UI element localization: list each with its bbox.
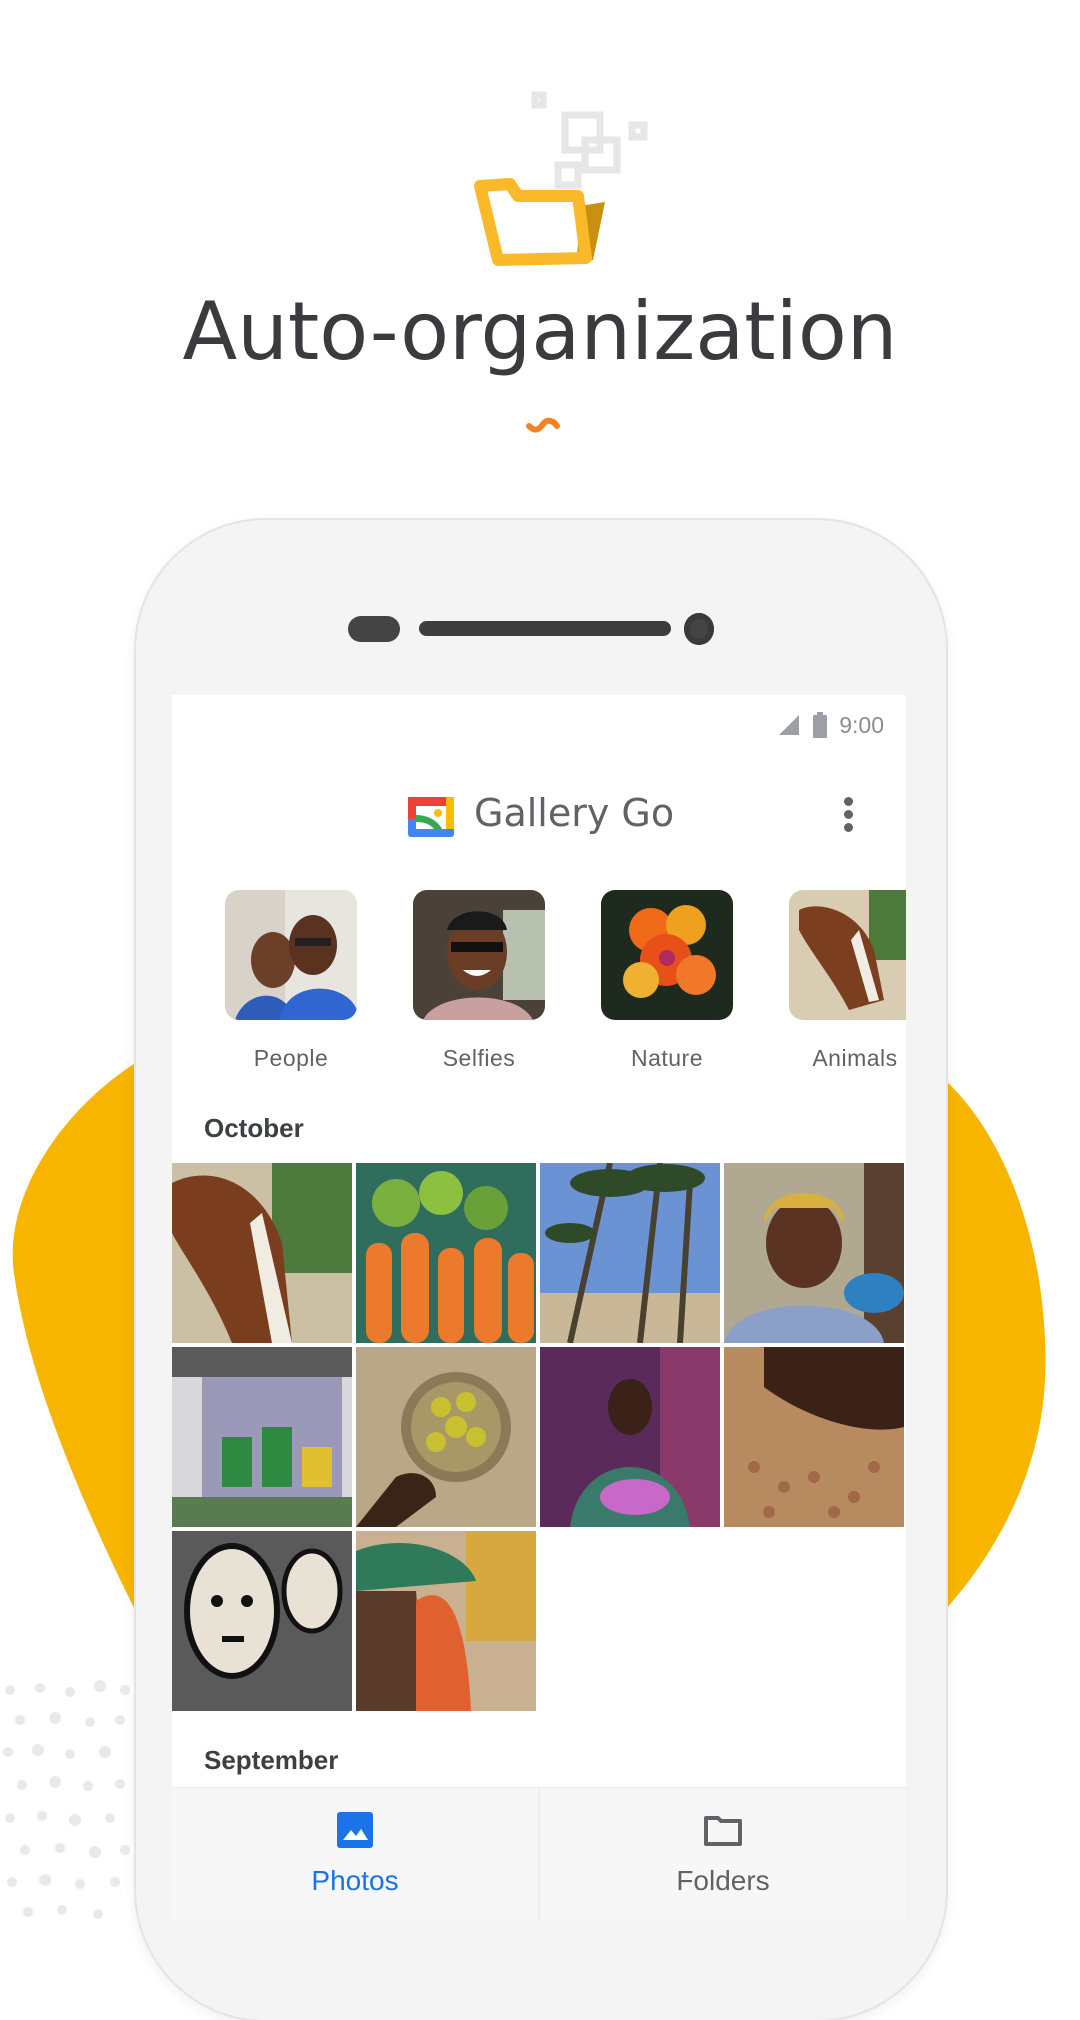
status-time: 9:00 — [839, 711, 884, 738]
section-title-september: September — [204, 1745, 339, 1775]
photo-tile[interactable] — [172, 1347, 352, 1527]
app-bar: Gallery Go — [172, 765, 906, 865]
photo-tile[interactable] — [724, 1347, 904, 1527]
photo-tile[interactable] — [356, 1531, 536, 1711]
category-thumb-nature — [601, 890, 733, 1020]
photo-icon — [337, 1812, 373, 1848]
section-title-october: October — [204, 1113, 304, 1143]
app-title: Gallery Go — [474, 791, 675, 835]
phone-camera — [684, 613, 714, 645]
nav-label-folders: Folders — [676, 1865, 770, 1896]
folder-with-photos-icon — [474, 91, 648, 266]
signal-icon — [779, 715, 800, 735]
category-label: Nature — [630, 1045, 704, 1071]
category-people[interactable]: People — [224, 890, 358, 1072]
gallery-go-logo-icon — [408, 797, 454, 837]
category-animals[interactable]: Animals — [788, 890, 906, 1072]
dots-pattern — [3, 1680, 130, 1919]
squiggle-decoration — [526, 417, 560, 433]
category-thumb-selfies — [413, 890, 545, 1020]
category-thumb-animals — [789, 890, 906, 1020]
photo-tile[interactable] — [540, 1347, 720, 1527]
nav-tab-photos[interactable]: Photos — [172, 1788, 538, 1920]
app-screen: 9:00 Gallery Go People Selfies Nature An… — [172, 695, 906, 1920]
nav-tab-folders[interactable]: Folders — [540, 1788, 906, 1920]
category-nature[interactable]: Nature — [600, 890, 734, 1072]
folder-icon — [704, 1816, 742, 1846]
bottom-navigation: Photos Folders — [172, 1787, 906, 1920]
category-selfies[interactable]: Selfies — [412, 890, 546, 1072]
photo-tile[interactable] — [540, 1163, 720, 1343]
more-vert-icon[interactable] — [838, 793, 858, 843]
headline: Auto-organization — [182, 285, 898, 378]
category-carousel: People Selfies Nature Animals — [172, 890, 906, 1072]
battery-icon — [813, 712, 828, 738]
photo-tile[interactable] — [172, 1531, 352, 1711]
phone-sensor — [348, 616, 400, 642]
photo-tile[interactable] — [356, 1163, 536, 1343]
photo-tile[interactable] — [172, 1163, 352, 1343]
nav-label-photos: Photos — [311, 1865, 399, 1896]
category-thumb-people — [225, 890, 357, 1020]
photo-tile[interactable] — [356, 1347, 536, 1527]
category-label: Selfies — [442, 1045, 516, 1071]
phone-speaker — [419, 621, 671, 636]
status-bar: 9:00 — [777, 705, 884, 745]
category-label: People — [253, 1045, 329, 1071]
category-label: Animals — [812, 1045, 898, 1071]
photo-tile[interactable] — [724, 1163, 904, 1343]
